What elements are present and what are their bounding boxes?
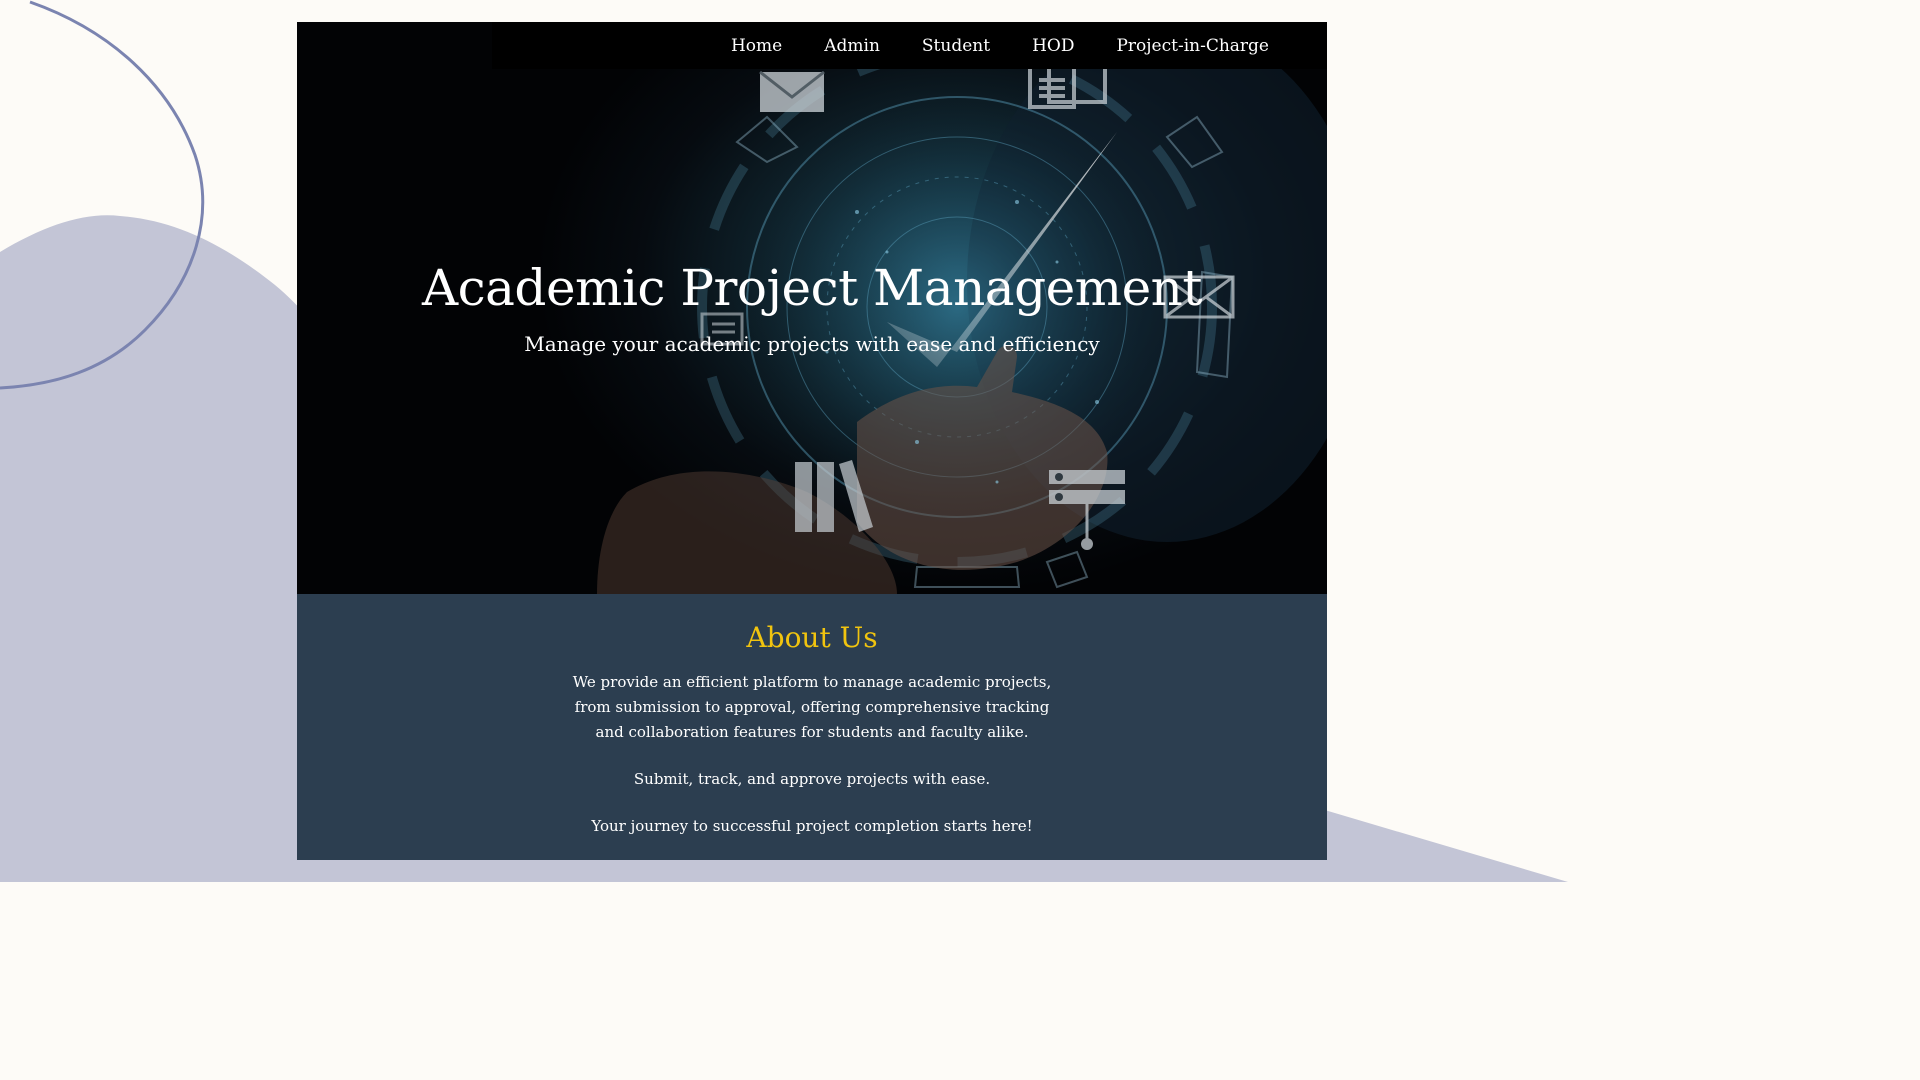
about-tagline-submit: Submit, track, and approve projects with… [633,770,991,788]
hero-text-block: Academic Project Management Manage your … [297,252,1327,358]
about-section: About Us We provide an efficient platfor… [297,594,1327,860]
hero-subtitle: Manage your academic projects with ease … [524,332,1100,356]
nav-student-link[interactable]: Student [922,36,990,56]
nav-home-link[interactable]: Home [731,36,782,56]
hero-section: Home Admin Student HOD Project-in-Charge… [297,22,1327,594]
nav-hod-link[interactable]: HOD [1032,36,1074,56]
envelope-icon [759,70,825,112]
about-heading: About Us [746,621,878,654]
website-frame: Home Admin Student HOD Project-in-Charge… [297,22,1327,860]
nav-admin-link[interactable]: Admin [824,36,880,56]
hero-title: Academic Project Management [422,259,1202,317]
about-tagline-journey: Your journey to successful project compl… [591,817,1033,835]
about-description: We provide an efficient platform to mana… [572,673,1052,741]
nav-project-in-charge-link[interactable]: Project-in-Charge [1116,36,1269,56]
top-navbar: Home Admin Student HOD Project-in-Charge [492,22,1327,69]
